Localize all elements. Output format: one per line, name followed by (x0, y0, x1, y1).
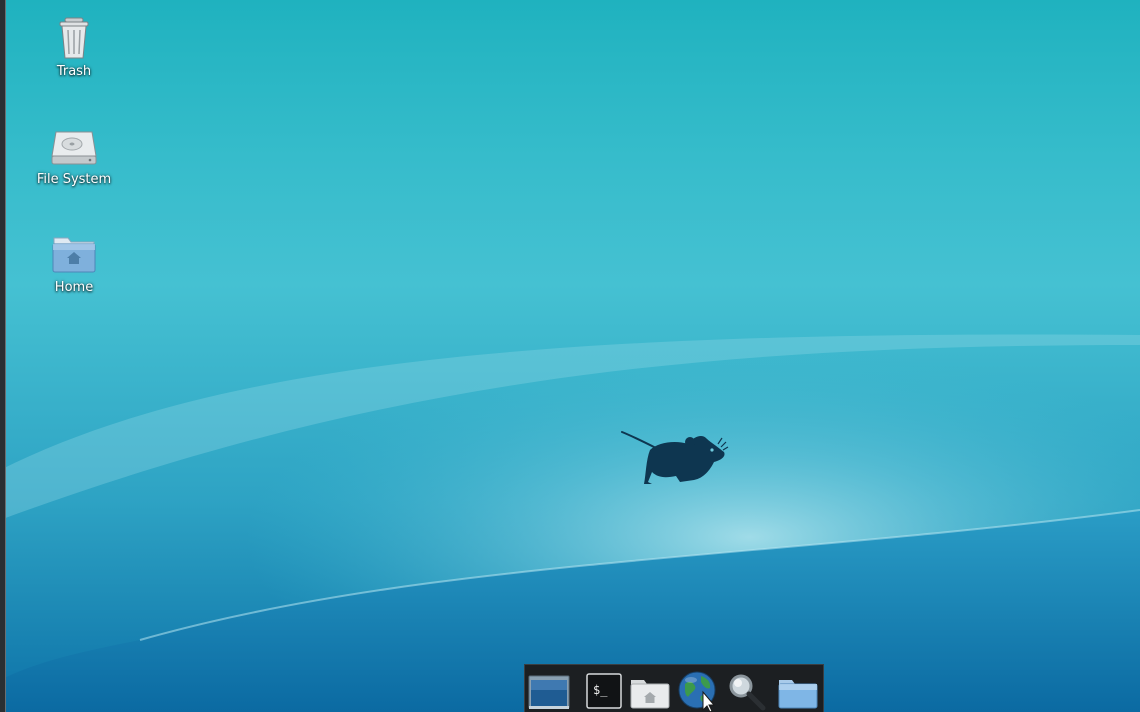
show-desktop-icon (528, 670, 570, 712)
dock-show-desktop[interactable] (528, 670, 570, 712)
desktop[interactable]: Trash File System Home $_ (0, 0, 1140, 712)
dock-web-browser[interactable] (677, 670, 719, 712)
web-browser-globe-icon (677, 670, 719, 712)
dock-search[interactable] (725, 670, 767, 712)
desktop-icon-file-system[interactable]: File System (24, 122, 124, 187)
home-folder-icon (50, 230, 98, 278)
svg-text:$_: $_ (593, 683, 608, 697)
desktop-icon-label: Trash (56, 64, 92, 79)
trash-icon (50, 14, 98, 62)
hard-drive-icon (50, 122, 98, 170)
home-folder-icon (629, 670, 671, 712)
terminal-icon: $_ (583, 670, 625, 712)
dock-home-folder[interactable] (629, 670, 671, 712)
desktop-icon-label: File System (36, 172, 112, 187)
bottom-dock-panel: $_ (524, 664, 824, 712)
desktop-icon-label: Home (54, 280, 94, 295)
folder-icon (777, 670, 819, 712)
window-edge (0, 0, 6, 712)
xfce-mouse-logo (621, 431, 729, 484)
search-magnifier-icon (725, 670, 767, 712)
wallpaper (0, 260, 1140, 712)
dock-file-manager[interactable] (777, 670, 819, 712)
desktop-icon-home[interactable]: Home (24, 230, 124, 295)
desktop-icon-trash[interactable]: Trash (24, 14, 124, 79)
dock-terminal[interactable]: $_ (583, 670, 625, 712)
